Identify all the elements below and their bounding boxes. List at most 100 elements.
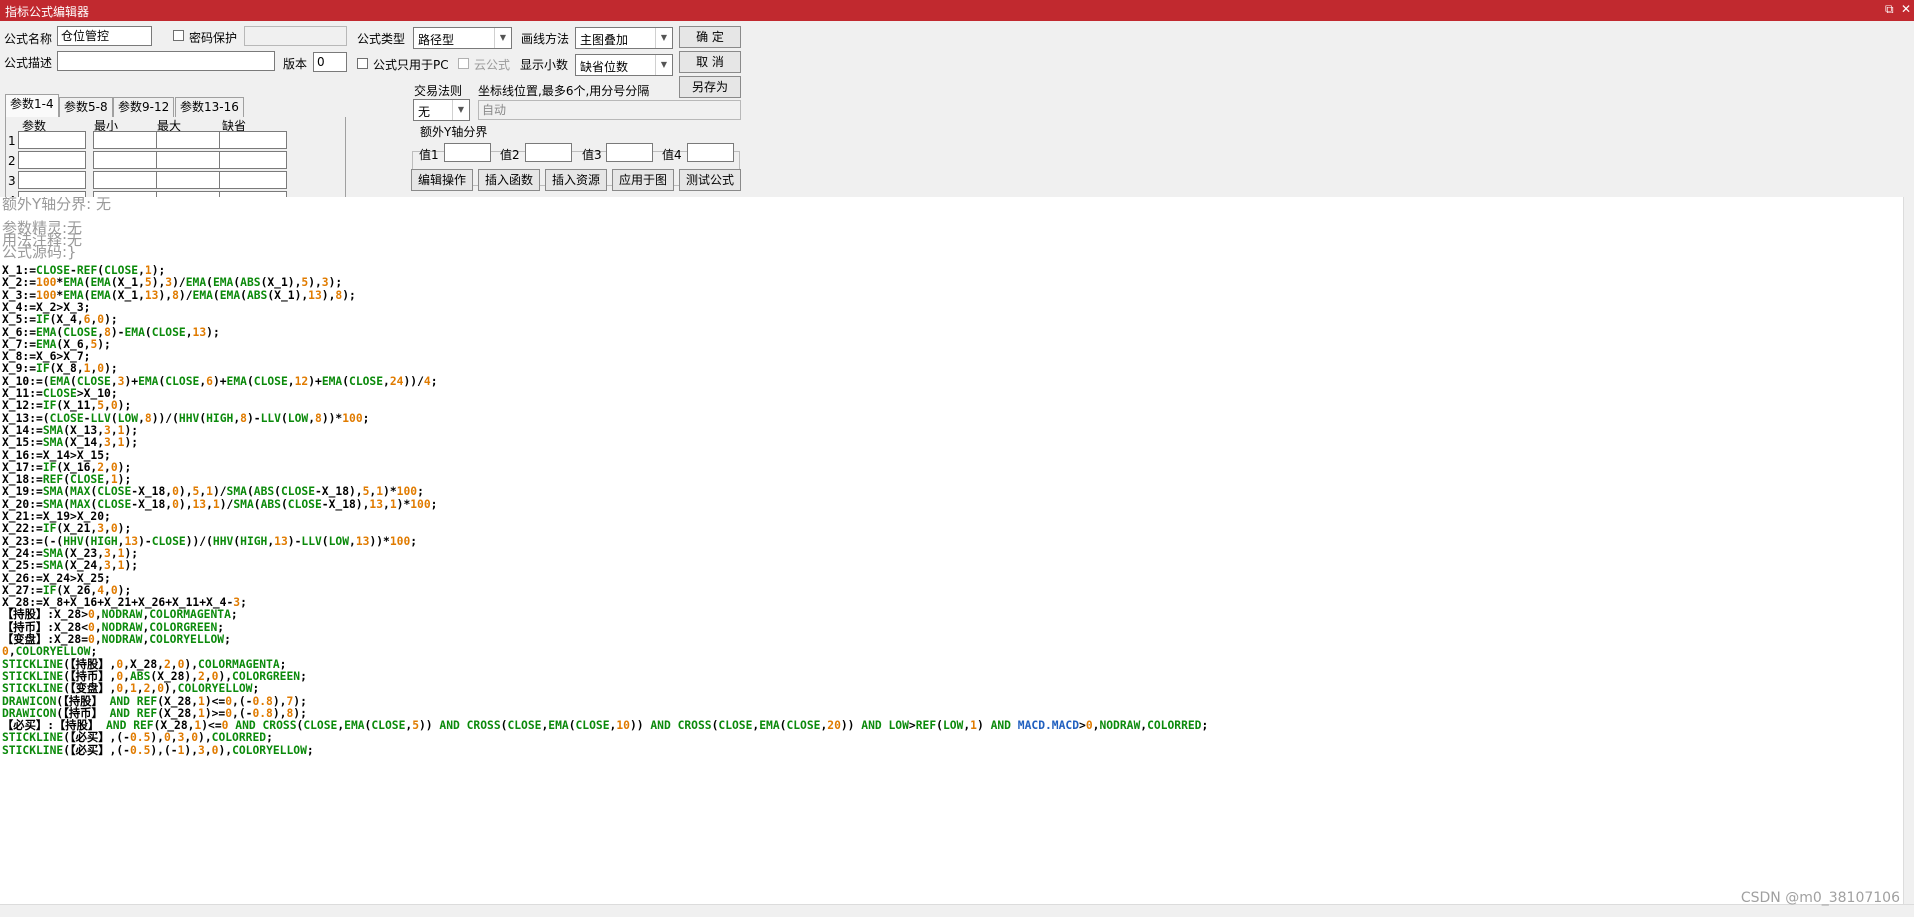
param-name-cell[interactable] (18, 171, 86, 189)
code-text: ), (158, 288, 173, 302)
code-keyword: HHV (212, 534, 234, 548)
code-text: ( (144, 325, 152, 339)
formula-type-value: 路径型 (418, 33, 455, 47)
chevron-down-icon: ▼ (655, 28, 672, 48)
cloud-formula-label: 云公式 (474, 58, 511, 72)
code-text: ); (342, 288, 356, 302)
vertical-scrollbar[interactable] (1903, 197, 1914, 904)
draw-method-select[interactable]: 主图叠加 ▼ (575, 27, 673, 49)
code-keyword: CLOSE (287, 497, 322, 511)
param-min-cell[interactable] (93, 171, 161, 189)
param-default-cell[interactable] (219, 151, 287, 169)
code-text: )- (138, 534, 152, 548)
param-max-cell[interactable] (156, 131, 224, 149)
password-input[interactable] (244, 26, 347, 46)
description-label: 公式描述 (4, 56, 53, 70)
code-text: ; (430, 374, 438, 388)
formula-type-select[interactable]: 路径型 ▼ (413, 27, 512, 49)
save-as-button[interactable]: 另存为 (679, 76, 741, 98)
test-formula-button[interactable]: 测试公式 (679, 169, 741, 191)
code-keyword: CLOSE (253, 374, 288, 388)
tab-params-13-16[interactable]: 参数13-16 (175, 97, 244, 117)
code-number: 10 (616, 719, 630, 733)
code-text: ); (97, 337, 111, 351)
formula-name-input[interactable]: 仓位管控 (57, 26, 152, 46)
ok-button[interactable]: 确 定 (679, 26, 741, 48)
code-text: ; (410, 534, 418, 548)
y-value-3-input[interactable] (606, 143, 653, 162)
code-text: -X_18), (321, 497, 370, 511)
code-keyword: EMA (226, 374, 247, 388)
coord-lines-input[interactable]: 自动 (478, 100, 741, 120)
password-checkbox[interactable] (173, 30, 184, 41)
cancel-button[interactable]: 取 消 (679, 51, 741, 73)
param-default-cell[interactable] (219, 131, 287, 149)
code-keyword: ABS (246, 288, 268, 302)
code-text: )+ (212, 374, 227, 388)
insert-function-button[interactable]: 插入函数 (478, 169, 540, 191)
y-value-1-label: 值1 (419, 148, 439, 162)
pc-only-checkbox[interactable] (357, 58, 368, 69)
tab-params-1-4[interactable]: 参数1-4 (5, 94, 59, 117)
decimals-select[interactable]: 缺省位数 ▼ (575, 54, 673, 76)
y-value-1-input[interactable] (444, 143, 491, 162)
param-name-cell[interactable] (18, 131, 86, 149)
insert-resource-button[interactable]: 插入资源 (545, 169, 607, 191)
restore-icon[interactable]: ⧉ (1885, 2, 1894, 17)
code-text: ( (936, 719, 943, 733)
code-keyword: CROSS (677, 719, 712, 733)
code-text: , (204, 743, 212, 757)
horizontal-scrollbar[interactable] (0, 904, 1914, 917)
param-max-cell[interactable] (156, 171, 224, 189)
param-default-cell[interactable] (219, 171, 287, 189)
code-text: , (185, 325, 193, 339)
code-keyword: CLOSE (507, 719, 542, 733)
description-input[interactable] (57, 51, 275, 71)
code-keyword: CLOSE (718, 719, 753, 733)
y-value-2-input[interactable] (525, 143, 572, 162)
code-text: ; (240, 596, 247, 610)
trade-rule-select[interactable]: 无 ▼ (413, 99, 470, 121)
code-text: , (349, 534, 356, 548)
draw-method-label: 画线方法 (521, 32, 570, 46)
name-label: 公式名称 (4, 32, 53, 46)
code-text: ; (230, 608, 238, 622)
code-keyword: EMA (321, 374, 343, 388)
param-min-cell[interactable] (93, 151, 161, 169)
code-keyword: CLOSE (786, 719, 821, 733)
code-number: 8 (240, 411, 247, 425)
close-icon[interactable]: ✕ (1901, 2, 1911, 16)
param-min-cell[interactable] (93, 131, 161, 149)
apply-to-chart-button[interactable]: 应用于图 (612, 169, 674, 191)
code-text: ; (362, 411, 370, 425)
code-text: ))/ (403, 374, 424, 388)
tab-params-9-12[interactable]: 参数9-12 (113, 97, 175, 117)
tab-params-5-8[interactable]: 参数5-8 (59, 97, 113, 117)
code-keyword: NODRAW (101, 633, 143, 646)
code-number: 13 (274, 534, 288, 548)
code-keyword: CLOSE (349, 374, 384, 388)
code-text: ), (321, 288, 336, 302)
code-text: ; (1201, 719, 1209, 733)
code-keyword: CLOSE (165, 374, 200, 388)
code-keyword: HIGH (206, 411, 234, 425)
code-text: )) (419, 719, 440, 733)
code-keyword: COLORRED (1147, 719, 1202, 733)
code-number: 13 (192, 497, 207, 511)
param-name-cell[interactable] (18, 151, 86, 169)
code-keyword: EMA (90, 288, 111, 302)
code-editor[interactable]: 额外Y轴分界: 无参数精灵:无 用法注释:无 公式源码:} X_1:=CLOSE-RE… (0, 197, 1903, 904)
param-max-cell[interactable] (156, 151, 224, 169)
code-text: ; (224, 633, 231, 646)
code-keyword: AND (439, 719, 460, 733)
code-keyword: EMA (124, 325, 145, 339)
code-number: 13 (369, 497, 384, 511)
cloud-formula-checkbox[interactable] (458, 58, 469, 69)
edit-operations-button[interactable]: 编辑操作 (411, 169, 473, 191)
version-input[interactable]: 0 (313, 52, 347, 72)
code-number: 20 (827, 719, 841, 733)
y-value-4-input[interactable] (687, 143, 734, 162)
param-row-number: 2 (8, 154, 16, 168)
